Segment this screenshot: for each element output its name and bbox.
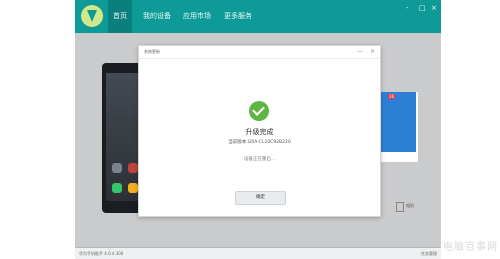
task-manager-link[interactable]: 任务管理 [421, 251, 437, 257]
minimize-button[interactable]: - [406, 4, 409, 12]
feature-tile [378, 92, 416, 152]
device-restarting-text: 设备正在重启... [243, 157, 276, 162]
status-bar: 华为手机助手 4.0.4.300 任务管理 [75, 247, 441, 259]
top-navigation-bar: 首页 我的设备 应用市场 更多服务 - □ × [75, 0, 441, 33]
dialog-close-button[interactable]: × [370, 48, 375, 55]
contacts-icon [128, 183, 138, 193]
watermark: 电脑百事网 [443, 242, 498, 253]
tab-home[interactable]: 首页 [108, 0, 132, 33]
device-info-panel: 26 [378, 92, 418, 162]
dialog-controls: — × [357, 48, 375, 55]
app-icon [128, 163, 138, 173]
upgrade-complete-heading: 升级完成 [245, 128, 274, 136]
dialog-title: 系统更新 [144, 49, 160, 54]
close-button[interactable]: × [431, 4, 437, 12]
version-label: 华为手机助手 4.0.4.300 [79, 251, 124, 256]
camera-icon[interactable] [396, 202, 404, 212]
app-logo-icon [81, 5, 103, 27]
tab-app-market[interactable]: 应用市场 [179, 0, 215, 33]
dialog-minimize-button[interactable]: — [357, 48, 363, 55]
divider [139, 58, 380, 59]
app-icon [112, 163, 122, 173]
system-update-dialog: 系统更新 — × 升级完成 当前版本:GRA-CL10C92B220 设备正在重… [138, 45, 381, 217]
camera-label: 相机 [406, 203, 414, 208]
current-version-text: 当前版本:GRA-CL10C92B220 [228, 140, 291, 145]
phone-call-icon [112, 183, 122, 193]
notice-badge: 26 [388, 94, 396, 99]
ok-button[interactable]: 确定 [235, 191, 286, 205]
success-check-icon [249, 101, 269, 121]
tab-more-services[interactable]: 更多服务 [220, 0, 256, 33]
maximize-button[interactable]: □ [419, 4, 426, 12]
tab-my-devices[interactable]: 我的设备 [139, 0, 175, 33]
